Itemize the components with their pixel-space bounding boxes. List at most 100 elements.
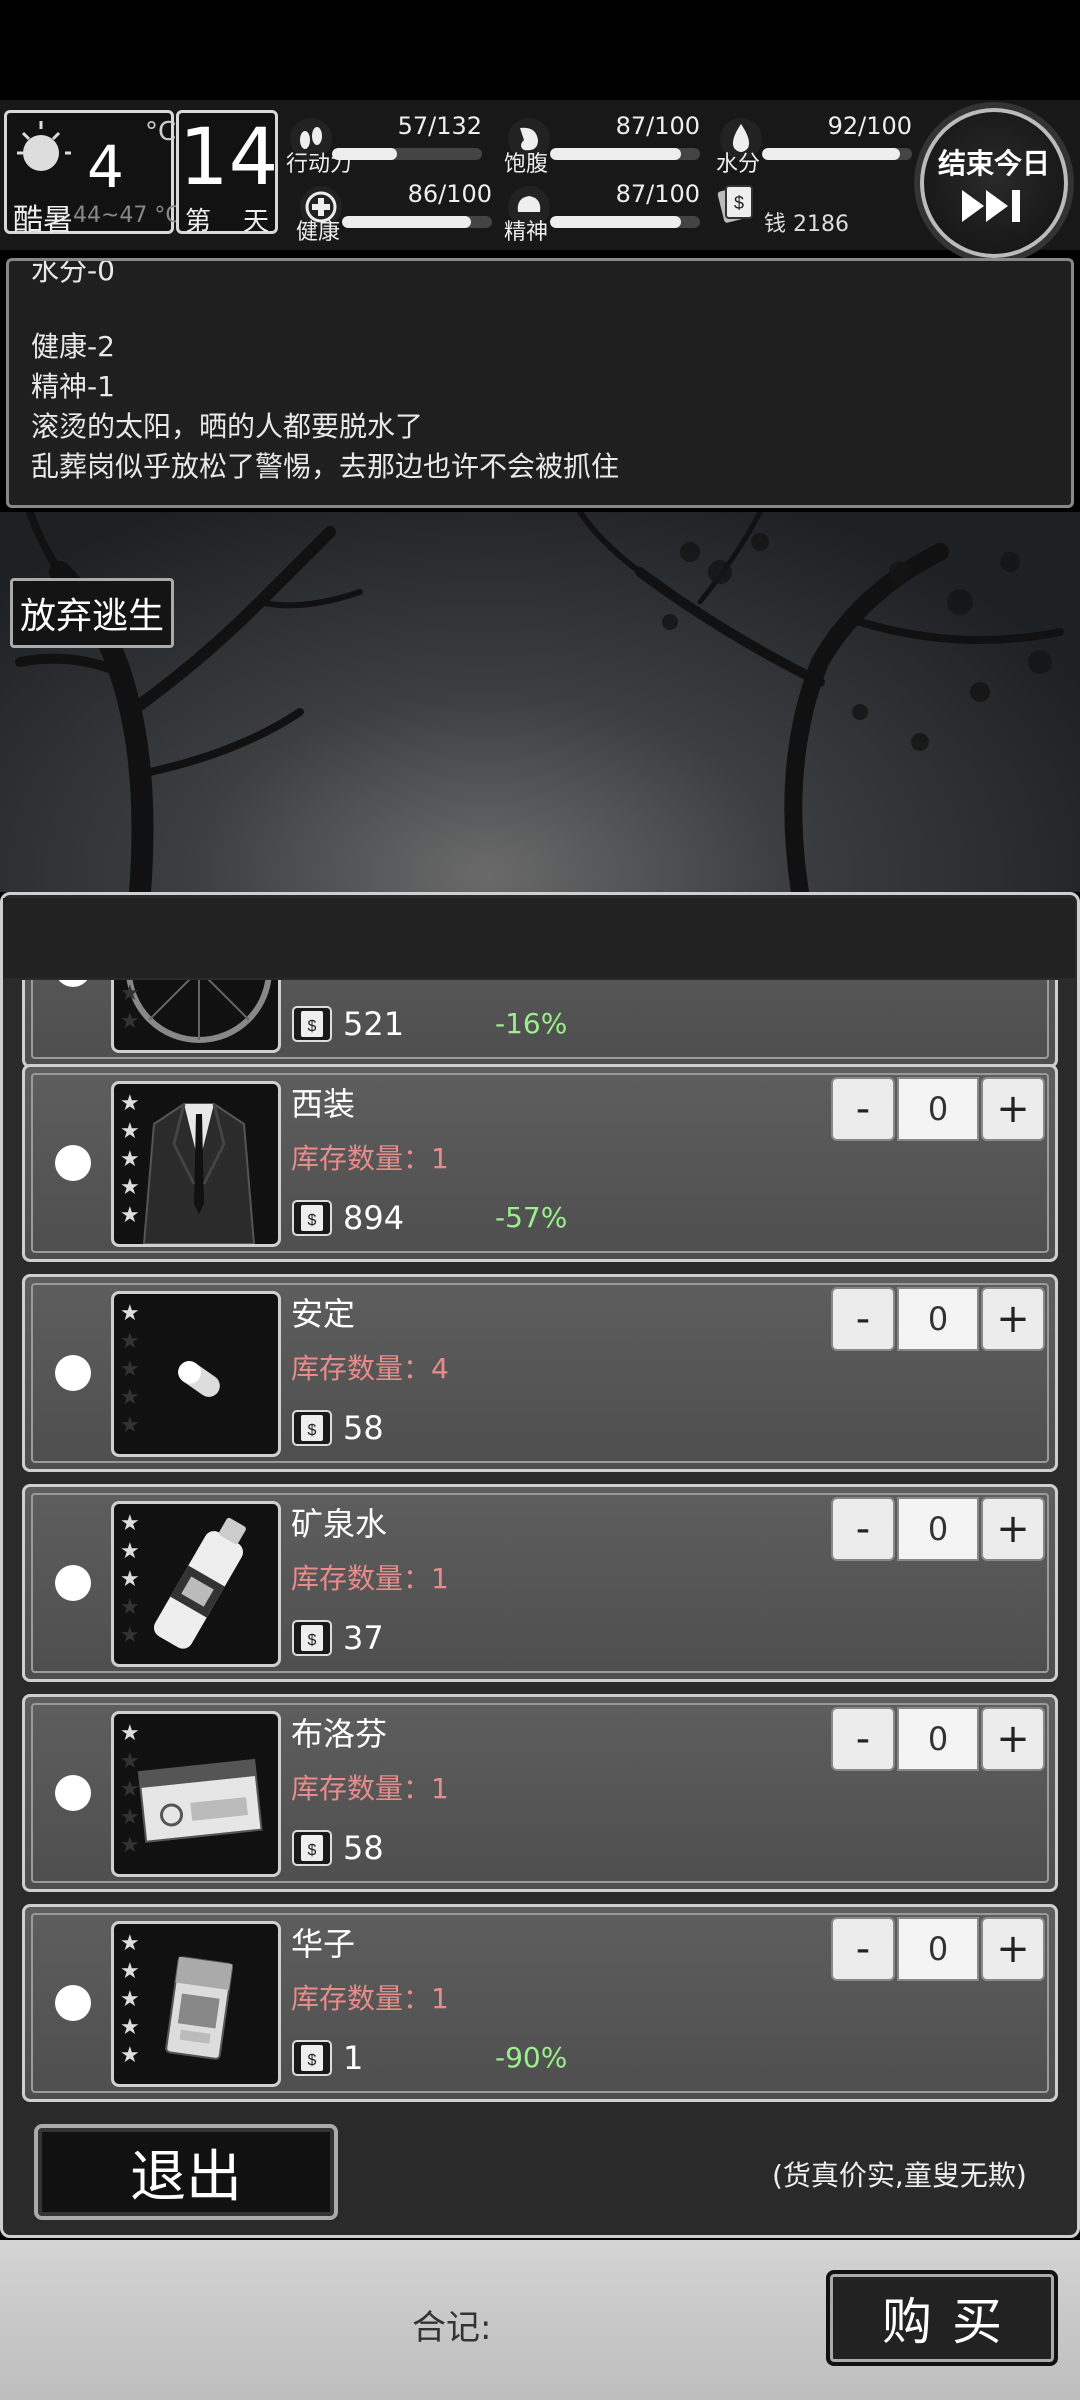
shop-item-card[interactable]: ★ ★ ★ ★ ★ 西装 库存数量：1 $ 894 -57% - 0 + bbox=[22, 1064, 1058, 1262]
increase-button[interactable]: + bbox=[981, 1707, 1045, 1771]
shop-item-card[interactable]: ★ ★ ★ ★ ★ 布洛芬 库存数量：1 $ 58 - 0 + bbox=[22, 1694, 1058, 1892]
item-price: 894 bbox=[343, 1199, 405, 1237]
shop-item-card[interactable]: ★ ★ ★ ★ ★ 安定 库存数量：4 $ 58 - 0 + bbox=[22, 1274, 1058, 1472]
item-stock: 库存数量：1 bbox=[291, 1982, 449, 2015]
item-price: 58 bbox=[343, 1409, 384, 1447]
item-thumbnail: ★★★★★ bbox=[111, 1081, 281, 1247]
price-money-icon: $ bbox=[292, 1620, 332, 1656]
day-suffix: 天 bbox=[242, 207, 269, 237]
item-select-radio[interactable] bbox=[55, 1775, 91, 1811]
increase-button[interactable]: + bbox=[981, 1497, 1045, 1561]
satiety-bar bbox=[550, 148, 700, 160]
item-name: 西装 bbox=[291, 1085, 356, 1123]
stat-health: 健康 86/100 bbox=[296, 180, 498, 245]
svg-text:$: $ bbox=[308, 1632, 317, 1649]
shop-item-list[interactable]: ★★★★★ $ 521 -16% ★★★★★ 西装 库存数量：1 $ 894 -… bbox=[18, 980, 1062, 2106]
action-bar bbox=[332, 148, 482, 160]
log-line: 滚烫的太阳，晒的人都要脱水了 bbox=[31, 410, 424, 443]
log-line: 水分-0 bbox=[31, 258, 115, 287]
spirit-bar bbox=[550, 216, 700, 228]
temperature-value: 4 bbox=[87, 133, 124, 201]
item-name: 安定 bbox=[291, 1295, 356, 1333]
day-number: 14 bbox=[179, 113, 279, 203]
item-thumbnail: ★★★★★ bbox=[111, 1921, 281, 2087]
shop-item-card[interactable]: ★ ★ ★ ★ ★ 华子 库存数量：1 $ 1 -90% - 0 + bbox=[22, 1904, 1058, 2102]
message-log[interactable]: 水分-0 健康-2 精神-1 滚烫的太阳，晒的人都要脱水了 乱葬岗似乎放松了警惕… bbox=[6, 258, 1074, 508]
svg-text:$: $ bbox=[308, 1842, 317, 1859]
svg-text:$: $ bbox=[308, 1018, 317, 1035]
item-select-radio[interactable] bbox=[55, 1985, 91, 2021]
item-rarity-stars: ★★★★★ bbox=[120, 1301, 140, 1438]
stat-spirit-value: 87/100 bbox=[615, 180, 700, 208]
item-rarity-stars: ★★★★★ bbox=[120, 981, 140, 1034]
stat-satiety-label: 饱腹 bbox=[504, 152, 549, 177]
price-money-icon: $ bbox=[292, 2040, 332, 2076]
end-day-button[interactable]: 结束今日 bbox=[920, 108, 1068, 258]
exit-button[interactable]: 退出 bbox=[34, 2124, 338, 2220]
weather-panel[interactable]: 4 °C 酷暑 44~47 °C bbox=[4, 110, 181, 238]
scene-background bbox=[0, 512, 1080, 892]
item-thumbnail: ★★★★★ bbox=[111, 1711, 281, 1877]
buy-button[interactable]: 购买 bbox=[826, 2270, 1058, 2366]
stat-satiety-value: 87/100 bbox=[615, 112, 700, 140]
item-thumbnail: ★★★★★ bbox=[111, 1291, 281, 1457]
price-money-icon: $ bbox=[292, 1410, 332, 1446]
decrease-button[interactable]: - bbox=[831, 1287, 895, 1351]
item-select-radio[interactable] bbox=[55, 1355, 91, 1391]
money-label: 钱 2186 bbox=[764, 212, 849, 237]
quantity-stepper: - 0 + bbox=[831, 1917, 1045, 1981]
quantity-value[interactable]: 0 bbox=[897, 1077, 979, 1141]
shop-item-card[interactable]: ★★★★★ $ 521 -16% bbox=[22, 980, 1058, 1068]
item-stock: 库存数量：1 bbox=[291, 1562, 449, 1595]
stat-health-label: 健康 bbox=[296, 220, 341, 245]
item-discount: -16% bbox=[495, 1007, 568, 1040]
quantity-value[interactable]: 0 bbox=[897, 1917, 979, 1981]
log-line: 精神-1 bbox=[31, 370, 115, 403]
decrease-button[interactable]: - bbox=[831, 1077, 895, 1141]
decrease-button[interactable]: - bbox=[831, 1497, 895, 1561]
shop-item-card[interactable]: ★ ★ ★ ★ ★ 矿泉水 库存数量：1 $ 37 - 0 + bbox=[22, 1484, 1058, 1682]
give-up-escape-button[interactable]: 放弃逃生 bbox=[10, 578, 174, 648]
increase-button[interactable]: + bbox=[981, 1287, 1045, 1351]
item-name: 矿泉水 bbox=[291, 1505, 388, 1543]
svg-text:$: $ bbox=[734, 193, 744, 213]
quantity-stepper: - 0 + bbox=[831, 1077, 1045, 1141]
item-rarity-stars: ★★★★★ bbox=[120, 1091, 140, 1228]
item-price: 37 bbox=[343, 1619, 384, 1657]
status-bar-area bbox=[0, 0, 1080, 100]
item-discount: -57% bbox=[495, 1201, 568, 1234]
sun-icon bbox=[17, 121, 71, 171]
shop-slogan: (货真价实,童叟无欺) bbox=[772, 2159, 1027, 2192]
stat-water-label: 水分 bbox=[716, 152, 761, 177]
increase-button[interactable]: + bbox=[981, 1077, 1045, 1141]
stat-action: 行动力 57/132 bbox=[286, 112, 488, 177]
item-price: 521 bbox=[343, 1005, 405, 1043]
stat-satiety: 饱腹 87/100 bbox=[504, 112, 706, 177]
item-select-radio[interactable] bbox=[55, 1565, 91, 1601]
item-stock: 库存数量：1 bbox=[291, 1142, 449, 1175]
item-select-radio[interactable] bbox=[55, 1145, 91, 1181]
weather-condition: 酷暑 bbox=[13, 203, 73, 238]
decrease-button[interactable]: - bbox=[831, 1917, 895, 1981]
stat-spirit: 精神 87/100 bbox=[504, 180, 706, 245]
quantity-value[interactable]: 0 bbox=[897, 1707, 979, 1771]
increase-button[interactable]: + bbox=[981, 1917, 1045, 1981]
water-bar bbox=[762, 148, 912, 160]
quantity-value[interactable]: 0 bbox=[897, 1287, 979, 1351]
health-bar bbox=[342, 216, 492, 228]
fast-forward-icon bbox=[962, 190, 1020, 222]
item-stock: 库存数量：4 bbox=[291, 1352, 449, 1385]
day-counter: 14 第 天 bbox=[176, 110, 279, 237]
price-money-icon: $ bbox=[292, 1200, 332, 1236]
item-stock: 库存数量：1 bbox=[291, 1772, 449, 1805]
quantity-value[interactable]: 0 bbox=[897, 1497, 979, 1561]
decrease-button[interactable]: - bbox=[831, 1707, 895, 1771]
item-thumbnail: ★★★★★ bbox=[111, 980, 281, 1053]
item-price: 58 bbox=[343, 1829, 384, 1867]
item-name: 华子 bbox=[291, 1925, 356, 1963]
temperature-unit: °C bbox=[145, 117, 177, 147]
log-line: 健康-2 bbox=[31, 330, 115, 363]
total-label: 合记: bbox=[412, 2308, 492, 2348]
svg-text:$: $ bbox=[308, 1422, 317, 1439]
quantity-stepper: - 0 + bbox=[831, 1707, 1045, 1771]
